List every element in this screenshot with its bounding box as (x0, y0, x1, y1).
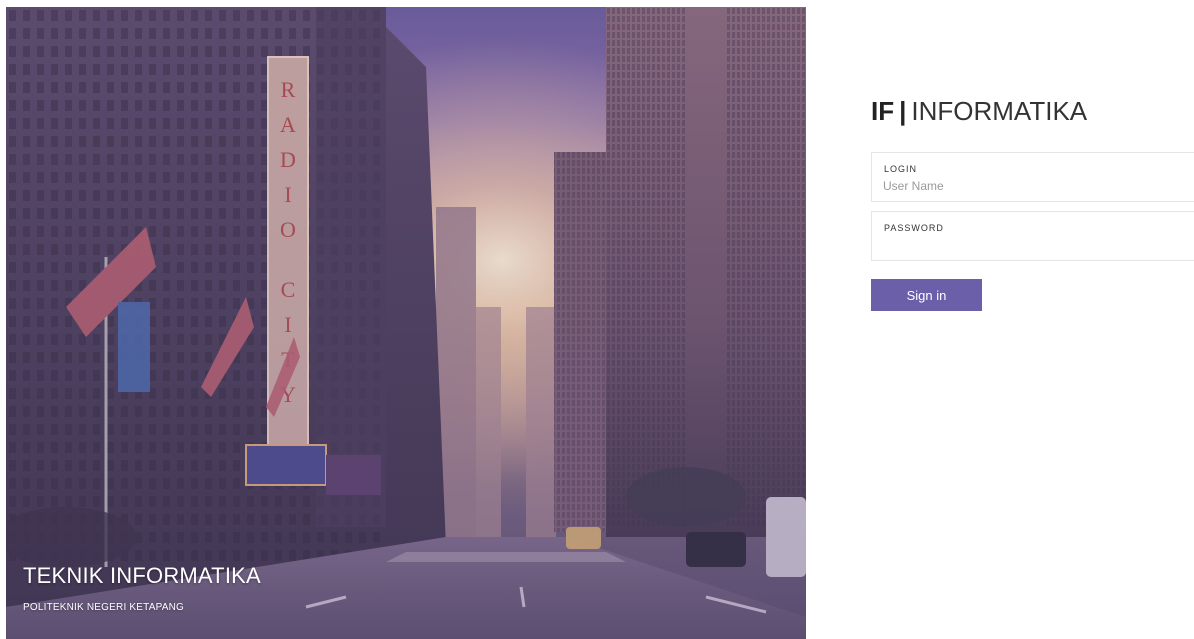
hero-title: TEKNIK INFORMATIKA (23, 563, 261, 588)
brand-heading: IF | INFORMATIKA (871, 96, 1087, 127)
login-field[interactable]: LOGIN (871, 152, 1194, 202)
brand-abbr: IF (871, 96, 895, 126)
username-input[interactable] (883, 177, 1183, 195)
password-label: PASSWORD (884, 223, 944, 233)
brand-separator: | (899, 96, 907, 126)
password-input[interactable] (883, 236, 1183, 254)
hero-color-overlay (6, 7, 806, 639)
hero-subtitle: POLITEKNIK NEGERI KETAPANG (23, 602, 184, 613)
sign-in-button[interactable]: Sign in (871, 279, 982, 311)
hero-image-panel: RAD IO CITY (6, 7, 806, 639)
brand-name: INFORMATIKA (911, 96, 1088, 126)
password-field[interactable]: PASSWORD (871, 211, 1194, 261)
login-label: LOGIN (884, 164, 918, 174)
